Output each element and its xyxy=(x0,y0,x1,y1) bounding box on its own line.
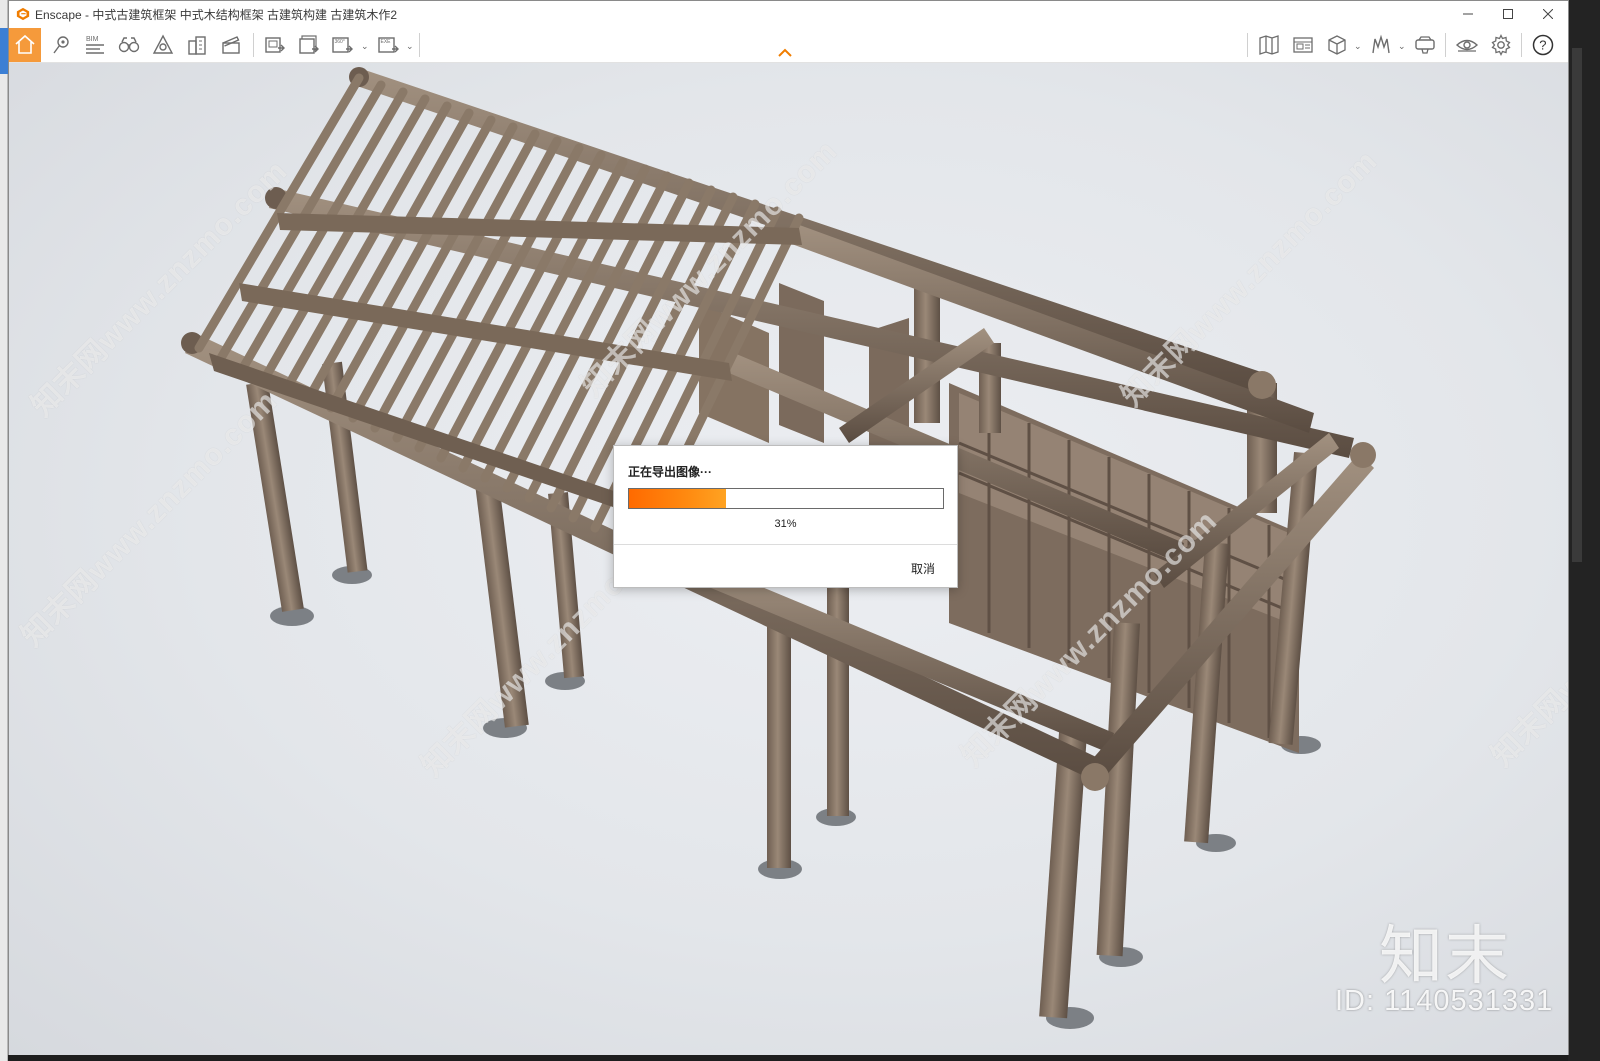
settings-gear-icon xyxy=(1491,34,1511,56)
vr-headset-button[interactable] xyxy=(1409,29,1441,61)
settings-button[interactable] xyxy=(1485,29,1517,61)
asset-library-button[interactable] xyxy=(181,29,213,61)
render-image-button[interactable] xyxy=(259,29,291,61)
watermark-id: ID: 1140531331 xyxy=(1335,985,1554,1017)
object-button[interactable] xyxy=(147,29,179,61)
cube-view-icon xyxy=(1328,35,1346,55)
enscape-window: Enscape - 中式古建筑框架 中式木结构框架 古建筑构建 古建筑木作2 B… xyxy=(8,0,1569,1055)
cancel-button[interactable]: 取消 xyxy=(911,560,935,577)
window-controls xyxy=(1448,1,1568,27)
export-progress-fill xyxy=(629,489,727,508)
help-icon: ? xyxy=(1532,34,1554,56)
window-title: Enscape - 中式古建筑框架 中式木结构框架 古建筑构建 古建筑木作2 xyxy=(35,7,398,22)
map-pin-icon xyxy=(53,36,69,54)
bim-button[interactable]: BIM xyxy=(79,29,111,61)
maximize-icon xyxy=(1503,9,1513,19)
map-pin-button[interactable] xyxy=(45,29,77,61)
panorama-360-icon: 360° xyxy=(332,37,353,53)
eye-icon xyxy=(1455,39,1479,52)
desktop-selection-highlight xyxy=(0,28,8,74)
binoculars-icon xyxy=(118,37,140,53)
material-dropdown-chevron-icon[interactable]: ⌄ xyxy=(1398,41,1406,52)
desktop-background-strip xyxy=(0,0,8,1061)
help-label: ? xyxy=(1539,38,1546,53)
batch-render-button[interactable] xyxy=(293,29,325,61)
cube-dropdown-chevron-icon[interactable]: ⌄ xyxy=(1354,41,1362,52)
brand-watermark: 知末 xyxy=(1379,920,1511,994)
walk-mode-button[interactable] xyxy=(113,29,145,61)
cube-view-button[interactable] xyxy=(1321,29,1353,61)
render-viewport[interactable]: 知末网www.znzmo.com 知末网www.znzmo.com 知末网www… xyxy=(9,63,1568,1055)
visual-settings-button[interactable] xyxy=(1451,29,1483,61)
vr-headset-icon xyxy=(1415,36,1435,54)
maximize-button[interactable] xyxy=(1488,1,1528,27)
panorama-dropdown-chevron-icon[interactable]: ⌄ xyxy=(361,41,369,52)
clapper-icon xyxy=(222,36,240,54)
bim-label: BIM xyxy=(86,36,99,43)
export-dropdown-chevron-icon[interactable]: ⌄ xyxy=(406,41,414,52)
toolbar-divider xyxy=(253,33,254,57)
dialog-title: 正在导出图像··· xyxy=(628,465,712,479)
export-exe-icon: EXE xyxy=(378,37,399,53)
close-button[interactable] xyxy=(1528,1,1568,27)
video-editor-button[interactable] xyxy=(215,29,247,61)
enscape-logo-icon xyxy=(16,7,30,21)
map-icon xyxy=(1259,35,1279,55)
toolbar-divider xyxy=(1445,33,1446,57)
panorama-label: 360° xyxy=(335,39,345,45)
dialog-divider xyxy=(614,544,957,545)
close-icon xyxy=(1543,9,1553,19)
home-icon xyxy=(15,34,35,54)
progress-percent-label: 31% xyxy=(774,518,797,530)
home-button[interactable] xyxy=(9,28,41,62)
minimize-icon xyxy=(1463,13,1473,15)
view-management-button[interactable] xyxy=(1287,29,1319,61)
map-button[interactable] xyxy=(1253,29,1285,61)
help-button[interactable]: ? xyxy=(1527,29,1559,61)
batch-render-icon xyxy=(299,35,319,54)
minimize-button[interactable] xyxy=(1448,1,1488,27)
export-progress-bar xyxy=(628,488,944,509)
buildings-icon xyxy=(188,36,206,55)
toolbar-divider xyxy=(419,33,420,57)
toolbar-divider xyxy=(1247,33,1248,57)
material-editor-button[interactable] xyxy=(1365,29,1397,61)
toolbar-divider xyxy=(1521,33,1522,57)
title-bar[interactable]: Enscape - 中式古建筑框架 中式木结构框架 古建筑构建 古建筑木作2 xyxy=(9,1,1568,27)
desktop-scrollbar xyxy=(1572,48,1582,562)
export-exe-button[interactable]: EXE xyxy=(373,29,405,61)
object-icon xyxy=(152,34,174,54)
panorama-button[interactable]: 360° xyxy=(327,29,359,61)
collapse-chevron-up-icon[interactable] xyxy=(777,47,793,59)
export-exe-label: EXE xyxy=(381,39,392,45)
bim-icon: BIM xyxy=(86,36,104,54)
export-progress-dialog: 正在导出图像··· 31% 取消 xyxy=(613,445,958,588)
material-editor-icon xyxy=(1372,34,1390,54)
view-management-icon xyxy=(1293,37,1313,53)
desktop-right-edge xyxy=(1568,0,1600,1061)
render-image-icon xyxy=(265,37,285,53)
